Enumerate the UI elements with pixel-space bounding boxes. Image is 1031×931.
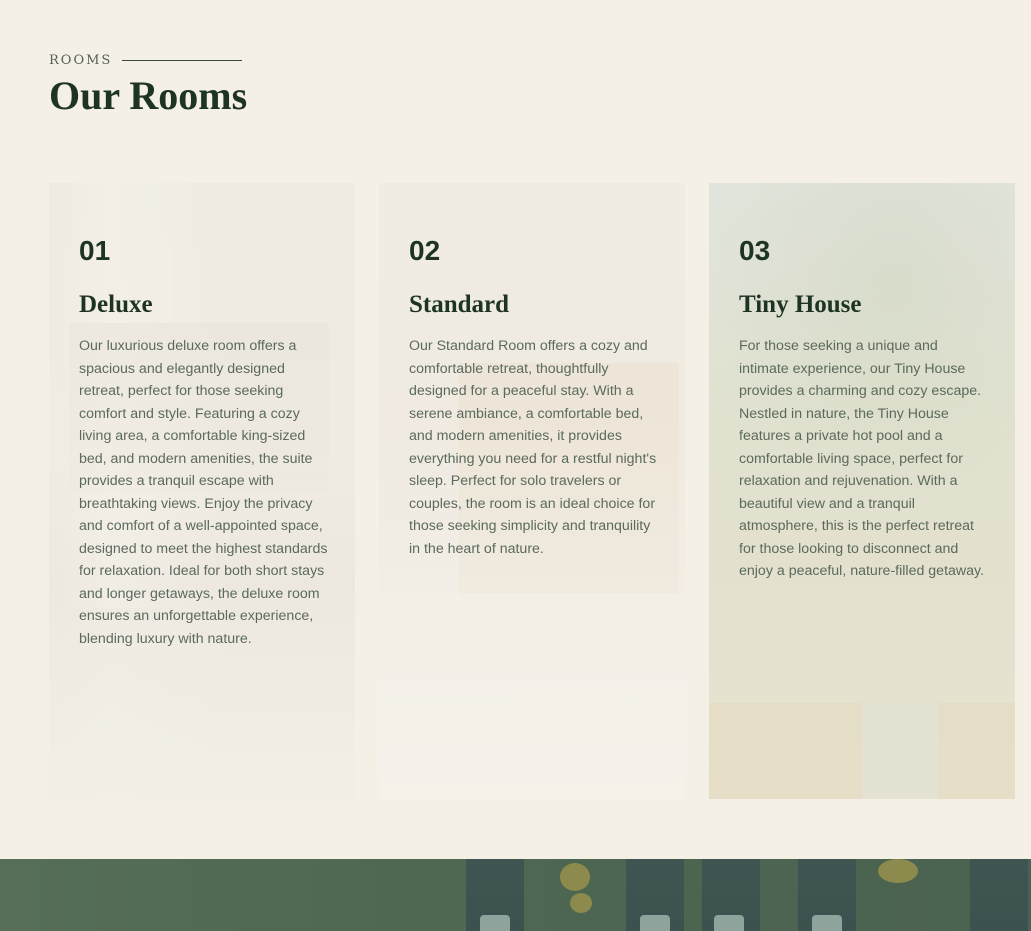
room-title: Deluxe: [79, 291, 153, 318]
next-section-banner-image: [0, 859, 1031, 931]
room-number: 03: [739, 235, 771, 266]
room-description: Our luxurious deluxe room offers a spaci…: [79, 338, 328, 647]
banner-tab: [640, 915, 670, 931]
room-title: Tiny House: [739, 291, 862, 318]
section-header: ROOMS Our Rooms: [49, 53, 247, 116]
room-card-standard[interactable]: 02 Standard Our Standard Room offers a c…: [379, 183, 685, 799]
banner-tab: [480, 915, 510, 931]
rooms-grid: 01 Deluxe Our luxurious deluxe room offe…: [49, 183, 1015, 799]
eyebrow-divider: [122, 60, 243, 61]
room-description: For those seeking a unique and intimate …: [739, 338, 985, 579]
room-title: Standard: [409, 291, 510, 318]
banner-tab: [812, 915, 842, 931]
room-number: 02: [409, 235, 441, 266]
card-content: 01 Deluxe Our luxurious deluxe room offe…: [79, 237, 329, 650]
room-number: 01: [79, 235, 111, 266]
room-description: Our Standard Room offers a cozy and comf…: [409, 338, 657, 557]
banner-tab: [714, 915, 744, 931]
banner-decoration: [570, 893, 592, 913]
section-eyebrow: ROOMS: [49, 53, 113, 68]
card-content: 02 Standard Our Standard Room offers a c…: [409, 237, 659, 560]
banner-decoration: [878, 859, 918, 883]
banner-post: [970, 859, 1028, 931]
eyebrow-row: ROOMS: [49, 53, 247, 68]
card-content: 03 Tiny House For those seeking a unique…: [739, 237, 989, 583]
banner-decoration: [560, 863, 590, 891]
room-card-deluxe[interactable]: 01 Deluxe Our luxurious deluxe room offe…: [49, 183, 355, 799]
section-title: Our Rooms: [49, 73, 248, 118]
room-card-tiny-house[interactable]: 03 Tiny House For those seeking a unique…: [709, 183, 1015, 799]
